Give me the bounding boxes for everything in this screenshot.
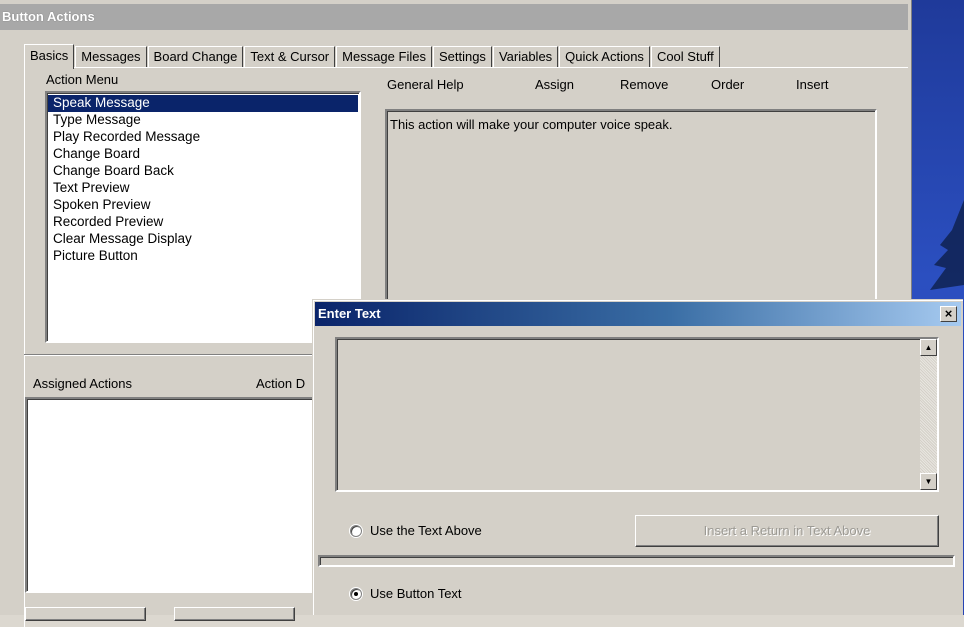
assign-label[interactable]: Assign bbox=[535, 77, 574, 92]
assigned-right-button[interactable] bbox=[174, 607, 295, 621]
action-item-recorded-preview[interactable]: Recorded Preview bbox=[48, 214, 358, 231]
general-help-label[interactable]: General Help bbox=[387, 77, 464, 92]
remove-label[interactable]: Remove bbox=[620, 77, 668, 92]
insert-label[interactable]: Insert bbox=[796, 77, 829, 92]
use-text-above-option[interactable]: Use the Text Above bbox=[350, 523, 482, 538]
dialog-divider-bar bbox=[318, 555, 955, 567]
dialog-title-bar[interactable]: Enter Text × bbox=[315, 302, 961, 326]
tab-quick-actions[interactable]: Quick Actions bbox=[559, 46, 650, 68]
text-scrollbar[interactable]: ▲ ▼ bbox=[920, 339, 937, 490]
action-item-play-recorded-message[interactable]: Play Recorded Message bbox=[48, 129, 358, 146]
radio-use-button-text[interactable] bbox=[350, 587, 362, 600]
order-label[interactable]: Order bbox=[711, 77, 744, 92]
action-item-text-preview[interactable]: Text Preview bbox=[48, 180, 358, 197]
action-menu-label: Action Menu bbox=[46, 72, 119, 87]
action-item-spoken-preview[interactable]: Spoken Preview bbox=[48, 197, 358, 214]
window-title-bar[interactable]: Button Actions bbox=[0, 4, 908, 30]
assigned-actions-label: Assigned Actions bbox=[33, 376, 133, 391]
assigned-left-button[interactable] bbox=[25, 607, 146, 621]
tab-variables[interactable]: Variables bbox=[492, 46, 559, 68]
tab-strip: Basics Messages Board Change Text & Curs… bbox=[24, 44, 721, 69]
action-description-label: Action D bbox=[256, 376, 306, 391]
use-button-text-label[interactable]: Use Button Text bbox=[370, 586, 462, 601]
action-item-clear-message-display[interactable]: Clear Message Display bbox=[48, 231, 358, 248]
scroll-down-icon[interactable]: ▼ bbox=[920, 473, 937, 490]
action-item-change-board[interactable]: Change Board bbox=[48, 146, 358, 163]
help-text: This action will make your computer voic… bbox=[390, 117, 673, 132]
action-item-type-message[interactable]: Type Message bbox=[48, 112, 358, 129]
enter-text-dialog: Enter Text × ▲ ▼ Use the Text Above Inse… bbox=[312, 299, 963, 615]
tab-board-change[interactable]: Board Change bbox=[147, 46, 244, 68]
tab-cool-stuff[interactable]: Cool Stuff bbox=[650, 46, 720, 68]
separator bbox=[24, 354, 324, 356]
insert-return-button[interactable]: Insert a Return in Text Above bbox=[635, 515, 939, 547]
use-text-above-label[interactable]: Use the Text Above bbox=[370, 523, 482, 538]
tab-text-cursor[interactable]: Text & Cursor bbox=[244, 46, 336, 68]
action-item-picture-button[interactable]: Picture Button bbox=[48, 248, 358, 265]
help-text-box: This action will make your computer voic… bbox=[385, 109, 877, 305]
scroll-up-icon[interactable]: ▲ bbox=[920, 339, 937, 356]
tab-message-files[interactable]: Message Files bbox=[336, 46, 432, 68]
action-item-speak-message[interactable]: Speak Message bbox=[48, 95, 358, 112]
action-item-change-board-back[interactable]: Change Board Back bbox=[48, 163, 358, 180]
enter-text-area[interactable]: ▲ ▼ bbox=[335, 337, 939, 492]
tab-settings[interactable]: Settings bbox=[432, 46, 492, 68]
close-icon[interactable]: × bbox=[940, 306, 957, 322]
tab-basics[interactable]: Basics bbox=[24, 44, 75, 69]
dialog-title: Enter Text bbox=[318, 306, 381, 321]
use-button-text-option[interactable]: Use Button Text bbox=[350, 586, 462, 601]
assigned-actions-list[interactable] bbox=[25, 397, 325, 593]
radio-use-text-above[interactable] bbox=[350, 524, 362, 537]
tab-messages[interactable]: Messages bbox=[75, 46, 147, 68]
